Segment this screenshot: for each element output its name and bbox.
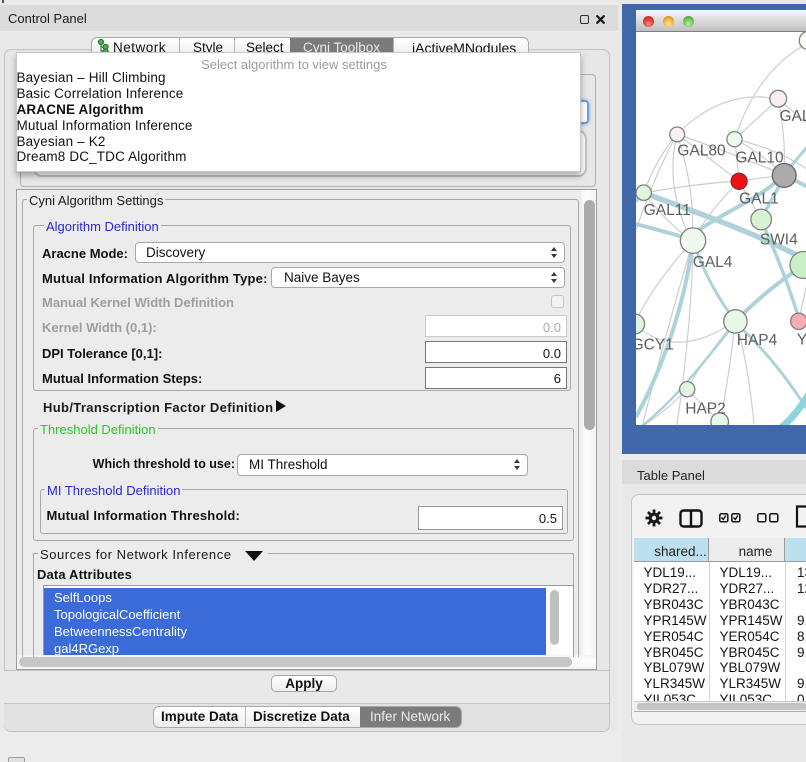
- svg-text:GAL11: GAL11: [644, 202, 691, 219]
- svg-text:GCY1: GCY1: [636, 337, 674, 354]
- svg-text:Y: Y: [797, 332, 806, 349]
- svg-text:GAL4: GAL4: [693, 254, 733, 271]
- svg-text:GAL1: GAL1: [739, 191, 779, 208]
- svg-text:HAP2: HAP2: [685, 401, 726, 418]
- svg-text:GAL10: GAL10: [735, 150, 784, 167]
- svg-text:GAL: GAL: [780, 108, 806, 125]
- svg-text:SWI4: SWI4: [760, 232, 798, 249]
- svg-text:HAP4: HAP4: [737, 332, 778, 349]
- svg-text:GAL80: GAL80: [677, 143, 726, 160]
